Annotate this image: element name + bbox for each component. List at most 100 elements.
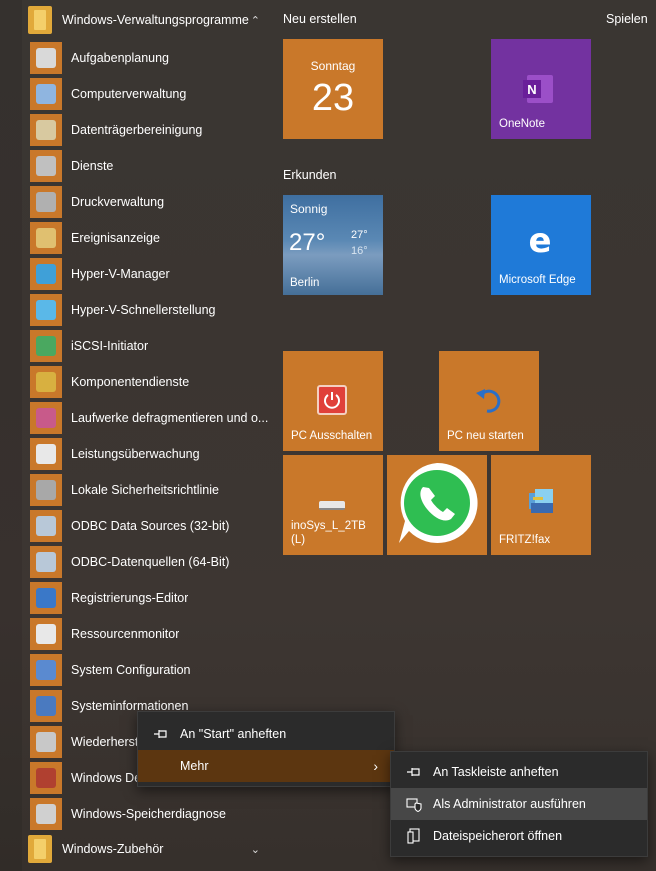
group-windows-accessories[interactable]: Windows-Zubehör ⌄ [22, 831, 272, 867]
context-menu: An "Start" anheften Mehr › [137, 711, 395, 787]
onenote-label: OneNote [499, 118, 546, 130]
globe-icon [30, 330, 62, 362]
hyperv-manager-icon-glyph [36, 264, 56, 284]
calendar-date: 23 [311, 77, 355, 119]
app-list-item[interactable]: Registrierungs-Editor [30, 580, 272, 616]
weather-high: 27° [351, 229, 368, 241]
app-list-item[interactable]: Datenträgerbereinigung [30, 112, 272, 148]
app-list-item[interactable]: Hyper-V-Schnellerstellung [30, 292, 272, 328]
pin-icon [405, 763, 423, 781]
app-list-item[interactable]: Windows-Speicherdiagnose [30, 796, 272, 832]
app-list-item[interactable]: Ereignisanzeige [30, 220, 272, 256]
app-list-item[interactable]: Dienste [30, 148, 272, 184]
weather-condition: Sonnig [290, 202, 328, 216]
odbc-icon-glyph [36, 552, 56, 572]
app-list-item[interactable]: ODBC Data Sources (32-bit) [30, 508, 272, 544]
firewall-icon-glyph [36, 768, 56, 788]
edge-label: Microsoft Edge [499, 274, 576, 286]
group-windows-admin-tools[interactable]: Windows-Verwaltungsprogramme ⌃ [22, 2, 272, 38]
weather-low: 16° [351, 245, 368, 257]
app-list-item-label: Windows-Speicherdiagnose [71, 807, 226, 821]
weather-tile[interactable]: Sonnig 27° 27° 16° Berlin [283, 195, 383, 295]
pin-icon [152, 725, 170, 743]
shield-icon [405, 795, 423, 813]
menu-item-pin-start[interactable]: An "Start" anheften [138, 718, 394, 750]
menu-item-label: Mehr [180, 759, 209, 773]
section-title-play: Spielen [606, 12, 648, 26]
app-list-item-label: Hyper-V-Manager [71, 267, 170, 281]
onenote-tile[interactable]: N OneNote [491, 39, 591, 139]
printer-icon-glyph [36, 192, 56, 212]
registry-icon [30, 582, 62, 614]
app-list-item-label: Druckverwaltung [71, 195, 165, 209]
odbc-icon-glyph [36, 516, 56, 536]
submenu: An Taskleiste anheften Als Administrator… [390, 751, 648, 857]
chevron-up-icon: ⌃ [250, 14, 260, 27]
app-list-item-label: Lokale Sicherheitsrichtlinie [71, 483, 219, 497]
app-list-item-label: iSCSI-Initiator [71, 339, 149, 353]
restart-tile[interactable]: PC neu starten [439, 351, 539, 451]
folder-icon [28, 835, 52, 863]
app-list-item[interactable]: Hyper-V-Manager [30, 256, 272, 292]
app-list-item[interactable]: iSCSI-Initiator [30, 328, 272, 364]
restart-arrow-icon [473, 383, 505, 415]
drive-icon [319, 501, 345, 510]
fritzfax-tile[interactable]: FRITZ!fax [491, 455, 591, 555]
security-policy-icon-glyph [36, 480, 56, 500]
shutdown-tile[interactable]: PC Ausschalten [283, 351, 383, 451]
system-info-icon-glyph [36, 696, 56, 716]
calendar-tile[interactable]: Sonntag 23 [283, 39, 383, 139]
onenote-icon: N [523, 75, 553, 103]
app-list-item[interactable]: Leistungsüberwachung [30, 436, 272, 472]
disk-cleanup-icon-glyph [36, 120, 56, 140]
power-icon [317, 385, 347, 415]
app-list-item-label: Computerverwaltung [71, 87, 187, 101]
menu-item-label: Als Administrator ausführen [433, 797, 586, 811]
app-list-item[interactable]: Druckverwaltung [30, 184, 272, 220]
app-list-item[interactable]: Ressourcenmonitor [30, 616, 272, 652]
whatsapp-icon [393, 459, 481, 547]
fritzfax-label: FRITZ!fax [499, 534, 551, 546]
app-list-item[interactable]: Komponentendienste [30, 364, 272, 400]
app-list-item-label: Laufwerke defragmentieren und o... [71, 411, 269, 425]
app-list-item-label: Dienste [71, 159, 114, 173]
drive-label: inoSys_L_2TB (L) [291, 520, 366, 546]
app-list-item[interactable]: Computerverwaltung [30, 76, 272, 112]
disk-cleanup-icon [30, 114, 62, 146]
file-location-icon [405, 827, 423, 845]
menu-item-open-location[interactable]: Dateispeicherort öffnen [391, 820, 647, 852]
app-list-item[interactable]: System Configuration [30, 652, 272, 688]
app-list-item-label: Ereignisanzeige [71, 231, 160, 245]
recovery-icon-glyph [36, 732, 56, 752]
app-list-item[interactable]: Laufwerke defragmentieren und o... [30, 400, 272, 436]
menu-item-pin-taskbar[interactable]: An Taskleiste anheften [391, 756, 647, 788]
section-title-create: Neu erstellen [283, 12, 357, 26]
defrag-icon [30, 402, 62, 434]
security-policy-icon [30, 474, 62, 506]
system-config-icon-glyph [36, 660, 56, 680]
resource-monitor-icon-glyph [36, 624, 56, 644]
group-label: Windows-Verwaltungsprogramme [62, 13, 249, 27]
menu-item-run-as-admin[interactable]: Als Administrator ausführen [391, 788, 647, 820]
clock-icon [30, 42, 62, 74]
memory-diagnostic-icon-glyph [36, 804, 56, 824]
restart-label: PC neu starten [447, 430, 524, 442]
start-rail [0, 0, 22, 871]
event-viewer-icon [30, 222, 62, 254]
component-services-icon [30, 366, 62, 398]
component-services-icon-glyph [36, 372, 56, 392]
globe-icon-glyph [36, 336, 56, 356]
app-list-item[interactable]: Aufgabenplanung [30, 40, 272, 76]
edge-tile[interactable]: e Microsoft Edge [491, 195, 591, 295]
app-list-item[interactable]: Lokale Sicherheitsrichtlinie [30, 472, 272, 508]
menu-item-more[interactable]: Mehr › [138, 750, 394, 782]
chevron-down-icon: ⌄ [250, 843, 260, 856]
printer-icon [30, 186, 62, 218]
app-list-item[interactable]: ODBC-Datenquellen (64-Bit) [30, 544, 272, 580]
chevron-right-icon: › [373, 758, 378, 774]
weather-city: Berlin [290, 277, 320, 289]
odbc-icon [30, 510, 62, 542]
gears-icon [30, 150, 62, 182]
whatsapp-tile[interactable] [387, 455, 487, 555]
drive-tile[interactable]: inoSys_L_2TB (L) [283, 455, 383, 555]
